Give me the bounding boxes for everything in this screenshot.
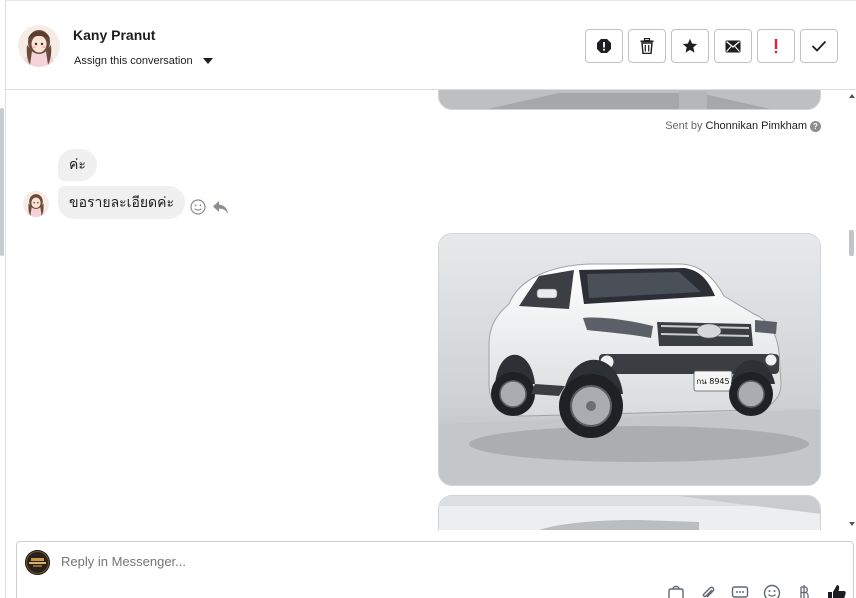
spam-icon [597, 39, 611, 53]
mark-done-button[interactable] [800, 29, 838, 63]
license-plate: กน 8945 [696, 377, 729, 386]
composer-toolbar [667, 584, 846, 598]
baht-icon[interactable] [795, 584, 813, 598]
thread-scrollbar[interactable] [848, 90, 856, 530]
reply-composer [16, 541, 854, 598]
paperclip-icon[interactable] [699, 584, 717, 598]
mark-unread-button[interactable] [714, 29, 752, 63]
exclamation-icon [774, 39, 778, 54]
trash-icon [640, 38, 654, 54]
envelope-icon [725, 40, 741, 52]
assign-conversation-dropdown[interactable]: Assign this conversation [74, 55, 213, 67]
scroll-thumb[interactable] [849, 230, 854, 256]
message-image-next[interactable] [438, 495, 821, 530]
react-emoji-icon[interactable] [190, 199, 206, 215]
incoming-message[interactable]: ค่ะ [58, 149, 97, 181]
left-scroll-thumb[interactable] [0, 108, 4, 256]
message-tools [190, 199, 229, 215]
conversation-header: Kany Pranut Assign this conversation [6, 0, 856, 90]
help-icon[interactable]: ? [810, 120, 821, 132]
star-button[interactable] [671, 29, 709, 63]
contact-name: Kany Pranut [73, 27, 156, 43]
page-avatar [25, 550, 50, 575]
scroll-down-arrow-icon[interactable] [849, 522, 855, 526]
header-actions [585, 29, 838, 63]
follow-up-button[interactable] [757, 29, 795, 63]
contact-avatar[interactable] [18, 25, 60, 67]
message-thread[interactable]: Sent by Chonnikan Pimkham ? ค่ะ ขอรายละเ… [6, 90, 848, 530]
thumbs-up-icon[interactable] [827, 584, 846, 598]
reply-input[interactable] [61, 554, 661, 569]
saved-reply-icon[interactable] [731, 584, 749, 598]
incoming-message[interactable]: ขอรายละเอียดค่ะ [58, 186, 186, 219]
checkmark-icon [811, 40, 827, 52]
scroll-up-arrow-icon[interactable] [849, 94, 855, 98]
message-image-previous[interactable] [438, 90, 821, 110]
sender-avatar [23, 191, 49, 217]
sender-name[interactable]: Chonnikan Pimkham [706, 120, 808, 132]
delete-button[interactable] [628, 29, 666, 63]
star-icon [682, 38, 698, 53]
caret-down-icon [202, 58, 213, 64]
assign-label: Assign this conversation [74, 55, 193, 67]
reply-icon[interactable] [212, 200, 229, 215]
sent-by-line: Sent by Chonnikan Pimkham ? [665, 120, 821, 132]
message-image-car[interactable]: กน 8945 [438, 233, 821, 486]
emoji-icon[interactable] [763, 584, 781, 598]
sent-by-prefix: Sent by [665, 120, 703, 132]
bag-icon[interactable] [667, 584, 685, 598]
mark-spam-button[interactable] [585, 29, 623, 63]
